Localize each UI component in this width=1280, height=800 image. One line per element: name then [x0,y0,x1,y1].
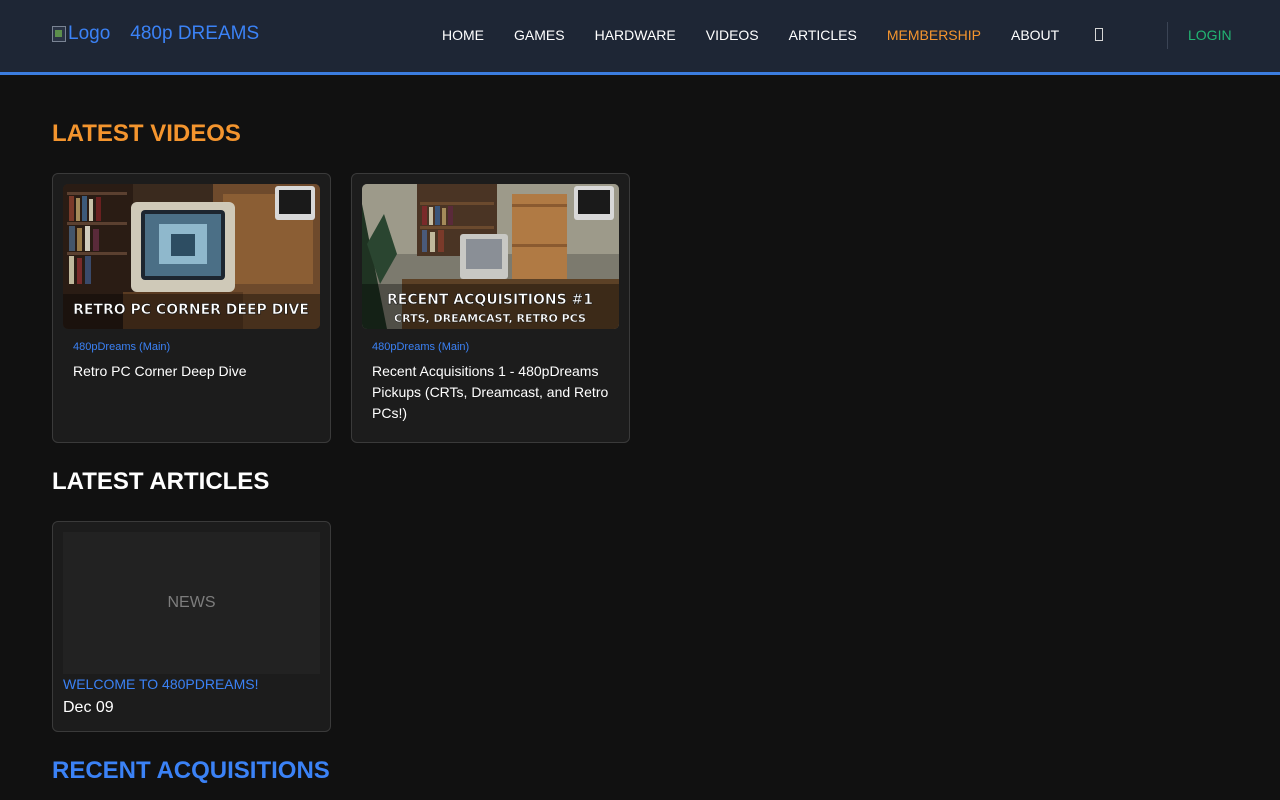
latest-articles-heading: LATEST ARTICLES [52,468,270,495]
thumbnail-caption: RETRO PC CORNER DEEP DIVE [73,302,309,318]
nav-videos[interactable]: VIDEOS [706,27,759,43]
latest-videos-heading: LATEST VIDEOS [52,120,241,147]
video-title[interactable]: Recent Acquisitions 1 - 480pDreams Picku… [372,361,612,424]
main-nav: HOME GAMES HARDWARE VIDEOS ARTICLES MEMB… [442,27,1089,43]
recent-acquisitions-heading: RECENT ACQUISITIONS [52,757,330,784]
article-placeholder-label: NEWS [167,594,216,611]
logo-image[interactable]: Logo [52,22,110,46]
thumbnail-caption-line2: CRTS, DREAMCAST, RETRO PCS [394,312,586,325]
video-title[interactable]: Retro PC Corner Deep Dive [73,361,313,382]
nav-games[interactable]: GAMES [514,27,565,43]
article-title[interactable]: WELCOME TO 480PDREAMS! [63,676,259,692]
video-thumbnail[interactable]: RECENT ACQUISITIONS #1 CRTS, DREAMCAST, … [362,184,619,329]
header-divider [1167,22,1168,49]
login-link[interactable]: LOGIN [1188,27,1232,43]
search-icon[interactable] [1095,28,1103,41]
nav-membership[interactable]: MEMBERSHIP [887,27,981,43]
video-channel[interactable]: 480pDreams (Main) [73,341,170,353]
site-header: Logo 480p DREAMS HOME GAMES HARDWARE VID… [0,0,1280,75]
article-date: Dec 09 [63,699,114,716]
nav-hardware[interactable]: HARDWARE [595,27,676,43]
nav-articles[interactable]: ARTICLES [789,27,857,43]
thumbnail-caption-line1: RECENT ACQUISITIONS #1 [387,292,593,308]
video-channel[interactable]: 480pDreams (Main) [372,341,469,353]
video-thumbnail[interactable]: RETRO PC CORNER DEEP DIVE [63,184,320,329]
video-card[interactable]: RECENT ACQUISITIONS #1 CRTS, DREAMCAST, … [351,173,630,443]
site-name[interactable]: 480p DREAMS [130,23,259,45]
article-card[interactable]: NEWS WELCOME TO 480PDREAMS! Dec 09 [52,521,331,732]
logo-alt-text: Logo [68,23,111,44]
article-image-placeholder[interactable]: NEWS [63,532,320,674]
nav-home[interactable]: HOME [442,27,484,43]
logo-link[interactable]: Logo 480p DREAMS [52,22,259,46]
video-card[interactable]: RETRO PC CORNER DEEP DIVE 480pDreams (Ma… [52,173,331,443]
nav-about[interactable]: ABOUT [1011,27,1059,43]
broken-image-icon [52,26,66,42]
